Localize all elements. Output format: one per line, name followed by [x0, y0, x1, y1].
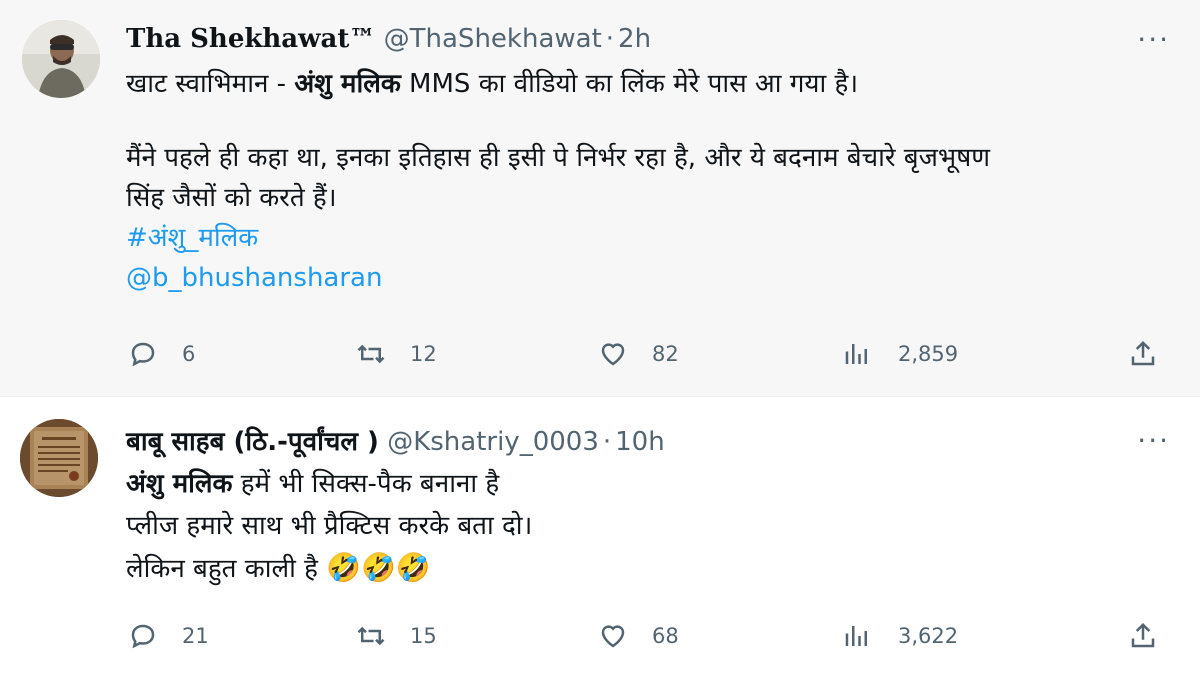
tweet[interactable]: बाबू साहब (ठि.-पूर्वांचल ) @Kshatriy_000…	[0, 397, 1200, 675]
retweet-button[interactable]: 15	[356, 616, 437, 656]
reply-icon	[131, 342, 155, 367]
tweet[interactable]: Tha Shekhawat™ @ThaShekhawat · 2h ··· खाट …	[0, 0, 1200, 396]
heart-icon	[601, 625, 625, 648]
user-handle[interactable]: @ThaShekhawat	[384, 24, 602, 54]
bold-name: अंशु मलिक	[126, 469, 233, 499]
tweet-line: अंशु मलिक हमें भी सिक्स-पैक बनाना है	[126, 463, 1170, 505]
separator: ·	[602, 427, 612, 457]
avatar[interactable]	[20, 419, 98, 497]
timestamp[interactable]: 10h	[615, 427, 665, 457]
retweet-icon	[357, 626, 385, 646]
reply-button[interactable]: 21	[128, 616, 209, 656]
tweet-line: मैंने पहले ही कहा था, इनका इतिहास ही इसी…	[126, 143, 991, 173]
retweet-count: 15	[410, 624, 437, 648]
tweet-text: अंशु मलिक हमें भी सिक्स-पैक बनाना है प्ल…	[126, 463, 1170, 590]
heart-icon	[601, 343, 625, 366]
reply-icon	[131, 624, 155, 649]
like-count: 68	[652, 624, 679, 648]
views-button[interactable]: 3,622	[842, 616, 958, 656]
tweet-text: खाट स्वाभिमान - अंशु मलिक MMS का वीडियो …	[126, 64, 1170, 298]
views-chart-icon	[845, 344, 867, 364]
views-chart-icon	[845, 626, 867, 646]
retweet-icon	[357, 344, 385, 364]
share-icon	[1131, 340, 1155, 366]
avatar[interactable]	[22, 20, 100, 98]
timestamp[interactable]: 2h	[618, 24, 651, 54]
reply-count: 6	[182, 342, 196, 366]
display-name[interactable]: बाबू साहब (ठि.-पूर्वांचल )	[126, 427, 379, 457]
share-icon	[1131, 622, 1155, 648]
like-count: 82	[652, 342, 679, 366]
like-button[interactable]: 68	[598, 616, 679, 656]
share-button[interactable]	[1128, 616, 1158, 656]
mention-link[interactable]: @b_bhushansharan	[126, 258, 1170, 298]
tweet-line: लेकिन बहुत काली है 🤣🤣🤣	[126, 547, 1170, 590]
separator: ·	[605, 24, 615, 54]
hashtag-link[interactable]: #अंशु_मलिक	[126, 218, 1170, 258]
more-options-icon[interactable]: ···	[1137, 26, 1170, 54]
reply-count: 21	[182, 624, 209, 648]
share-button[interactable]	[1128, 334, 1158, 374]
bold-name: अंशु मलिक	[294, 69, 401, 99]
display-name[interactable]: Tha Shekhawat™	[126, 24, 375, 54]
like-button[interactable]: 82	[598, 334, 679, 374]
tweet-actions: 6 12 82 2,859	[0, 334, 1200, 374]
tweet-line: सिंह जैसों को करते हैं।	[126, 183, 337, 213]
text-segment: लेकिन बहुत काली है	[126, 554, 327, 584]
retweet-count: 12	[410, 342, 437, 366]
user-handle[interactable]: @Kshatriy_0003	[387, 427, 599, 457]
tweet-header: Tha Shekhawat™ @ThaShekhawat · 2h	[126, 22, 651, 56]
certificate-avatar-image	[20, 419, 98, 497]
tweet-header: बाबू साहब (ठि.-पूर्वांचल ) @Kshatriy_000…	[126, 425, 665, 459]
text-segment: हमें भी सिक्स-पैक बनाना है	[232, 469, 500, 499]
laughing-emoji-icon: 🤣🤣🤣	[326, 551, 431, 584]
user-avatar-photo	[22, 20, 100, 98]
tweet-line: प्लीज हमारे साथ भी प्रैक्टिस करके बता दो…	[126, 511, 533, 541]
retweet-button[interactable]: 12	[356, 334, 437, 374]
views-button[interactable]: 2,859	[842, 334, 958, 374]
more-options-icon[interactable]: ···	[1137, 427, 1170, 455]
views-count: 2,859	[898, 342, 959, 366]
text-segment: खाट स्वाभिमान -	[126, 69, 295, 99]
tweet-line: खाट स्वाभिमान - अंशु मलिक MMS का वीडियो …	[126, 64, 1170, 104]
text-segment: MMS का वीडियो का लिंक मेरे पास आ गया है।	[400, 69, 859, 99]
tweet-actions: 21 15 68 3,622	[0, 616, 1200, 656]
reply-button[interactable]: 6	[128, 334, 195, 374]
views-count: 3,622	[898, 624, 959, 648]
